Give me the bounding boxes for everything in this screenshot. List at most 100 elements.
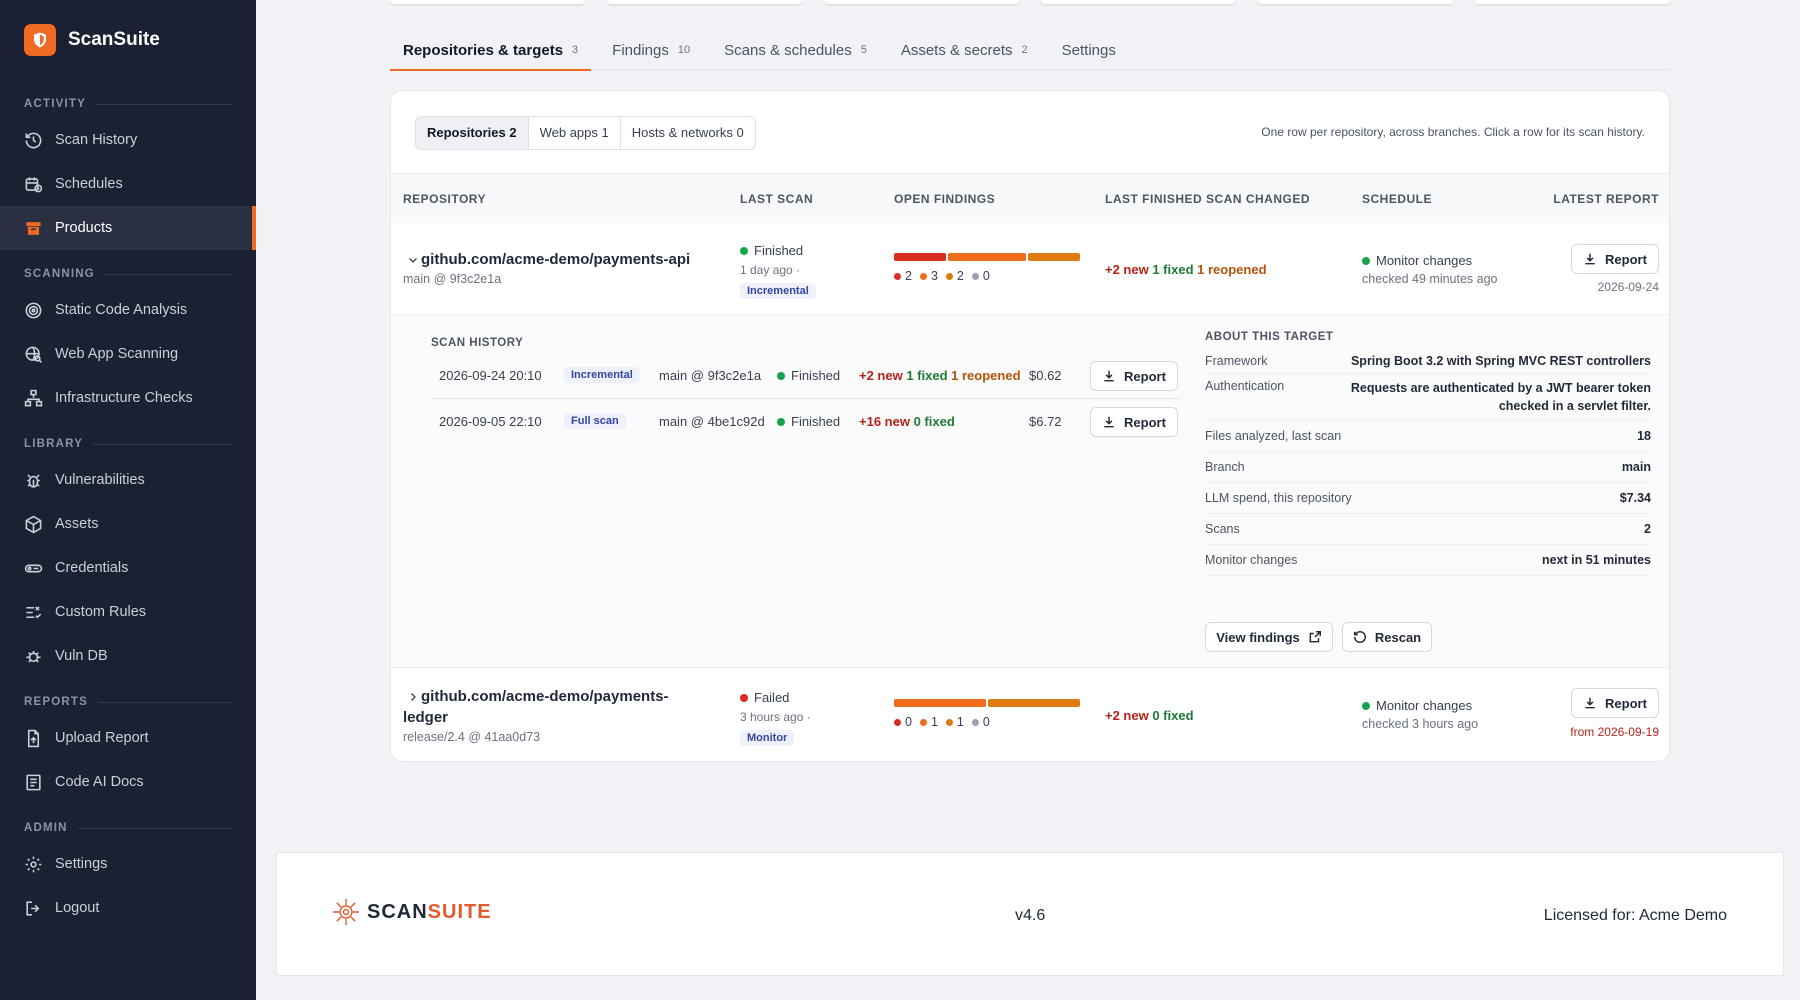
about-key: Framework (1205, 354, 1268, 368)
status-text: Finished (791, 368, 841, 383)
history-changes: +16 new 0 fixed (859, 414, 955, 429)
sidebar-item-label: Upload Report (55, 730, 149, 746)
footer-logo-text: SCANSUITE (367, 900, 492, 923)
tab-label: Settings (1061, 41, 1116, 59)
chevron-down-icon[interactable] (407, 254, 419, 266)
nav-section-library: LIBRARY (0, 434, 256, 454)
sidebar-item-label: Products (55, 220, 113, 236)
external-link-icon (1309, 631, 1321, 643)
history-report-button[interactable]: Report (1090, 361, 1178, 391)
tab-findings[interactable]: Findings 10 (599, 30, 703, 70)
report-date: 2026-09-24 (1597, 280, 1659, 294)
high-dot (919, 719, 927, 726)
report-date: from 2026-09-19 (1570, 725, 1659, 739)
button-label: Report (1605, 695, 1647, 711)
about-item: LLM spend, this repository $7.34 (1205, 483, 1651, 514)
chevron-right-icon[interactable] (407, 691, 419, 703)
new-count: +2 new (859, 368, 903, 383)
rescan-button[interactable]: Rescan (1342, 622, 1432, 652)
sidebar-item-static-code-analysis[interactable]: Static Code Analysis (0, 288, 256, 332)
status-dot (1362, 702, 1370, 710)
about-key: Monitor changes (1205, 553, 1298, 567)
about-value: Spring Boot 3.2 with Spring MVC REST con… (1350, 354, 1651, 368)
high-count: 1 (930, 715, 938, 729)
critical-count: 2 (905, 269, 912, 283)
sidebar-item-assets[interactable]: Assets (0, 502, 256, 546)
about-target: ABOUT THIS TARGET Framework Spring Boot 3… (1205, 331, 1651, 576)
about-item: Branch main (1205, 452, 1651, 483)
repository-name[interactable]: github.com/acme-demo/payments-api (421, 251, 690, 268)
repository-branch: main @ 9f3c2e1a (403, 272, 502, 286)
column-header-last-scan[interactable]: LAST SCAN (740, 192, 813, 206)
tab-settings[interactable]: Settings (1049, 30, 1129, 70)
sidebar-item-custom-rules[interactable]: Custom Rules (0, 590, 256, 634)
download-icon (1585, 697, 1595, 709)
tab-scans-schedules[interactable]: Scans & schedules 5 (711, 30, 880, 70)
low-count: 0 (982, 269, 990, 283)
repository-branch: release/2.4 @ 41aa0d73 (403, 730, 541, 744)
table-row[interactable]: github.com/acme-demo/payments- ledger re… (391, 668, 1669, 761)
history-row[interactable]: 2026-09-05 22:10 Full scan main @ 4be1c9… (431, 399, 1181, 445)
about-item: Monitor changes next in 51 minutes (1205, 545, 1651, 576)
scan-history-title: SCAN HISTORY (431, 337, 524, 349)
repository-name[interactable]: github.com/acme-demo/payments- (421, 688, 669, 705)
column-header-repository[interactable]: REPOSITORY (403, 192, 486, 206)
tab-label: Scans & schedules (724, 41, 852, 59)
sidebar-item-code-ai-docs[interactable]: Code AI Docs (0, 760, 256, 804)
column-header-open-findings[interactable]: OPEN FINDINGS (894, 192, 995, 206)
column-header-changed[interactable]: LAST FINISHED SCAN CHANGED (1105, 192, 1310, 206)
history-ref: main @ 9f3c2e1a (659, 368, 762, 383)
column-header-schedule[interactable]: SCHEDULE (1362, 192, 1432, 206)
report-download-button[interactable]: Report (1571, 688, 1659, 718)
sidebar-item-label: Scan History (55, 132, 138, 148)
tab-repositories-targets[interactable]: Repositories & targets 3 (390, 30, 592, 71)
repositories-card: Repositories 2 Web apps 1 Hosts & networ… (390, 90, 1670, 762)
segment-web-apps[interactable]: Web apps 1 (529, 117, 621, 149)
sidebar-item-label: Settings (55, 856, 108, 872)
about-key: Scans (1205, 522, 1240, 536)
history-ref: main @ 4be1c92d (659, 414, 765, 429)
download-icon (1104, 416, 1114, 428)
about-value: $7.34 (1619, 491, 1651, 505)
sidebar-item-upload-report[interactable]: Upload Report (0, 716, 256, 760)
summary-card (390, 0, 585, 4)
brand[interactable]: ScanSuite (0, 0, 256, 80)
about-value: 2 (1644, 522, 1651, 536)
sidebar-item-settings[interactable]: Settings (0, 842, 256, 886)
sidebar-item-web-app-scanning[interactable]: Web App Scanning (0, 332, 256, 376)
history-icon (25, 132, 42, 148)
history-row[interactable]: 2026-09-24 20:10 Incremental main @ 9f3c… (431, 353, 1181, 399)
sidebar-item-vulnerabilities[interactable]: Vulnerabilities (0, 458, 256, 502)
footer-logo: SCANSUITE (331, 897, 492, 927)
sidebar-item-label: Credentials (55, 560, 129, 576)
sidebar-item-scan-history[interactable]: Scan History (0, 118, 256, 162)
sidebar-item-products[interactable]: Products (0, 206, 256, 250)
tab-assets-secrets[interactable]: Assets & secrets 2 (888, 30, 1041, 70)
high-count: 3 (930, 269, 938, 283)
tab-count: 3 (572, 44, 579, 56)
schedule-text: Monitor changes (1376, 698, 1473, 713)
history-status: Finished (777, 368, 840, 383)
sidebar-item-logout[interactable]: Logout (0, 886, 256, 930)
column-header-latest-report[interactable]: LATEST REPORT (1553, 192, 1659, 206)
sidebar-item-credentials[interactable]: Credentials (0, 546, 256, 590)
sidebar-item-schedules[interactable]: Schedules (0, 162, 256, 206)
sidebar-item-vuln-db[interactable]: Vuln DB (0, 634, 256, 678)
sidebar-item-label: Web App Scanning (55, 346, 179, 362)
segment-hosts-networks[interactable]: Hosts & networks 0 (621, 117, 755, 149)
view-findings-button[interactable]: View findings (1205, 622, 1333, 652)
table-row[interactable]: github.com/acme-demo/payments-api main @… (391, 223, 1669, 315)
repository-name-continued[interactable]: ledger (403, 709, 448, 726)
sidebar-item-infrastructure-checks[interactable]: Infrastructure Checks (0, 376, 256, 420)
about-item: Authentication Requests are authenticated… (1205, 374, 1651, 421)
medium-severity-segment (1028, 253, 1080, 261)
segment-repositories[interactable]: Repositories 2 (416, 117, 529, 149)
history-report-button[interactable]: Report (1090, 407, 1178, 437)
status-dot (740, 694, 748, 702)
sidebar: ScanSuite ACTIVITY Scan History Schedule… (0, 0, 256, 1000)
tab-label: Assets & secrets (900, 41, 1013, 59)
history-datetime: 2026-09-24 20:10 (439, 368, 542, 383)
status-text: Finished (791, 414, 841, 429)
tab-bar: Repositories & targets 3 Findings 10 Scans… (390, 30, 1670, 71)
report-download-button[interactable]: Report (1571, 244, 1659, 274)
